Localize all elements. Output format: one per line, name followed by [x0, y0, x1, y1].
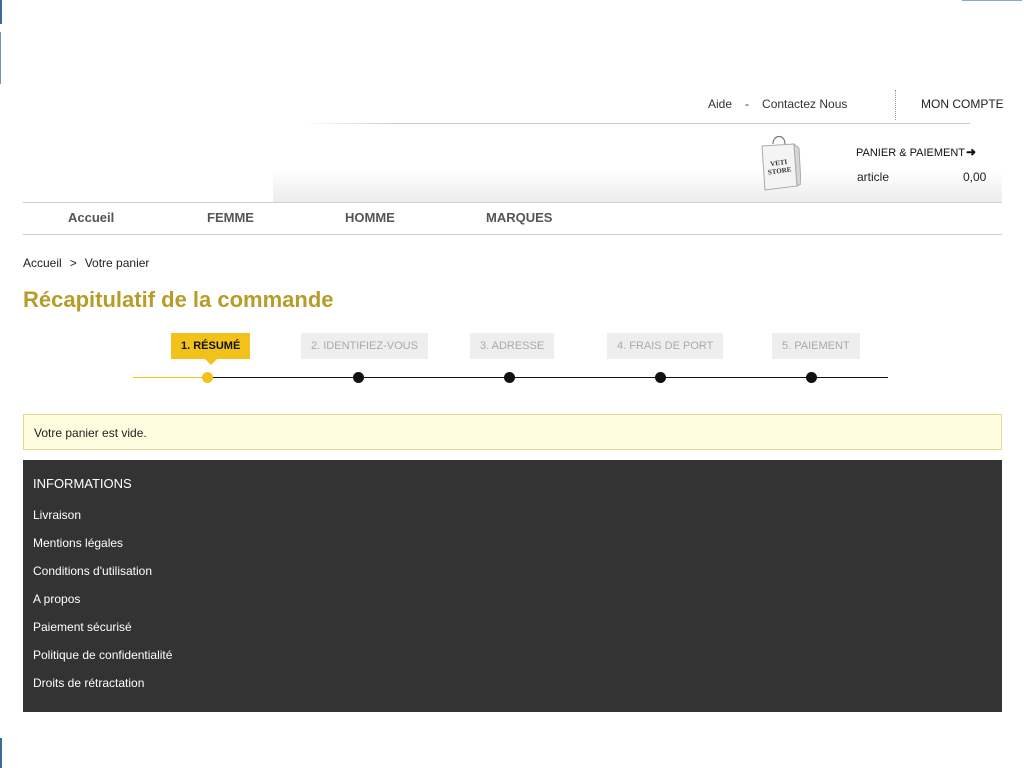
step-dot-5: [806, 372, 817, 383]
breadcrumb-separator: >: [69, 256, 77, 270]
footer-link-livraison[interactable]: Livraison: [33, 508, 172, 536]
progress-line: [208, 377, 888, 378]
breadcrumb: Accueil > Votre panier: [23, 256, 149, 270]
contact-link[interactable]: Contactez Nous: [762, 97, 847, 111]
shopping-bag-icon[interactable]: VETI STORE: [757, 132, 801, 192]
step-summary: 1. Résumé: [171, 333, 251, 365]
main-nav: Accueil FEMME HOMME MARQUES: [23, 202, 1002, 235]
step-dot-3: [504, 372, 515, 383]
footer-link-mentions-legales[interactable]: Mentions légales: [33, 536, 172, 564]
footer-link-a-propos[interactable]: A propos: [33, 592, 172, 620]
arrow-right-icon[interactable]: ➜: [966, 145, 976, 159]
cart-article-label: article: [857, 170, 890, 184]
empty-cart-message: Votre panier est vide.: [34, 426, 147, 440]
cart-title-link[interactable]: PANIER & PAIEMENT: [856, 147, 965, 159]
footer-link-confidentialite[interactable]: Politique de confidentialité: [33, 648, 172, 676]
step-shipping: 4. Frais de port: [607, 333, 724, 359]
account-link[interactable]: MON COMPTE: [921, 97, 1004, 111]
footer-link-paiement-securise[interactable]: Paiement sécurisé: [33, 620, 172, 648]
footer-links: Livraison Mentions légales Conditions d'…: [33, 508, 172, 704]
nav-item-homme[interactable]: HOMME: [345, 210, 395, 225]
nav-item-accueil[interactable]: Accueil: [68, 210, 114, 225]
top-links-separator: -: [745, 97, 750, 111]
step-identify: 2. Identifiez-vous: [301, 333, 428, 359]
breadcrumb-current: Votre panier: [84, 256, 150, 270]
window-edge-mark: [0, 0, 2, 24]
footer-title: INFORMATIONS: [33, 476, 132, 491]
window-edge-mark: [0, 32, 1, 84]
checkout-steps: 1. Résumé 2. Identifiez-vous 3. Adresse …: [133, 333, 888, 393]
header-band: [273, 124, 1002, 202]
footer-link-retractation[interactable]: Droits de rétractation: [33, 676, 172, 704]
footer-link-conditions[interactable]: Conditions d'utilisation: [33, 564, 172, 592]
top-divider: [895, 90, 896, 120]
empty-cart-notice: Votre panier est vide.: [23, 414, 1002, 450]
breadcrumb-home-link[interactable]: Accueil: [23, 256, 62, 270]
progress-line-active: [133, 377, 208, 378]
step-payment: 5. Paiement: [772, 333, 860, 359]
footer: INFORMATIONS Livraison Mentions légales …: [23, 460, 1002, 712]
step-dot-1: [202, 372, 213, 383]
step-dot-2: [353, 372, 364, 383]
page-title: Récapitulatif de la commande: [23, 287, 334, 312]
nav-item-femme[interactable]: FEMME: [207, 210, 254, 225]
step-address: 3. Adresse: [470, 333, 555, 359]
help-link[interactable]: Aide: [708, 97, 732, 111]
cart-amount: 0,00: [963, 170, 987, 184]
step-dot-4: [655, 372, 666, 383]
window-edge-mark: [962, 0, 1022, 1]
window-edge-mark: [0, 738, 2, 768]
top-links: Aide - Contactez Nous: [708, 97, 847, 111]
nav-item-marques[interactable]: MARQUES: [486, 210, 552, 225]
